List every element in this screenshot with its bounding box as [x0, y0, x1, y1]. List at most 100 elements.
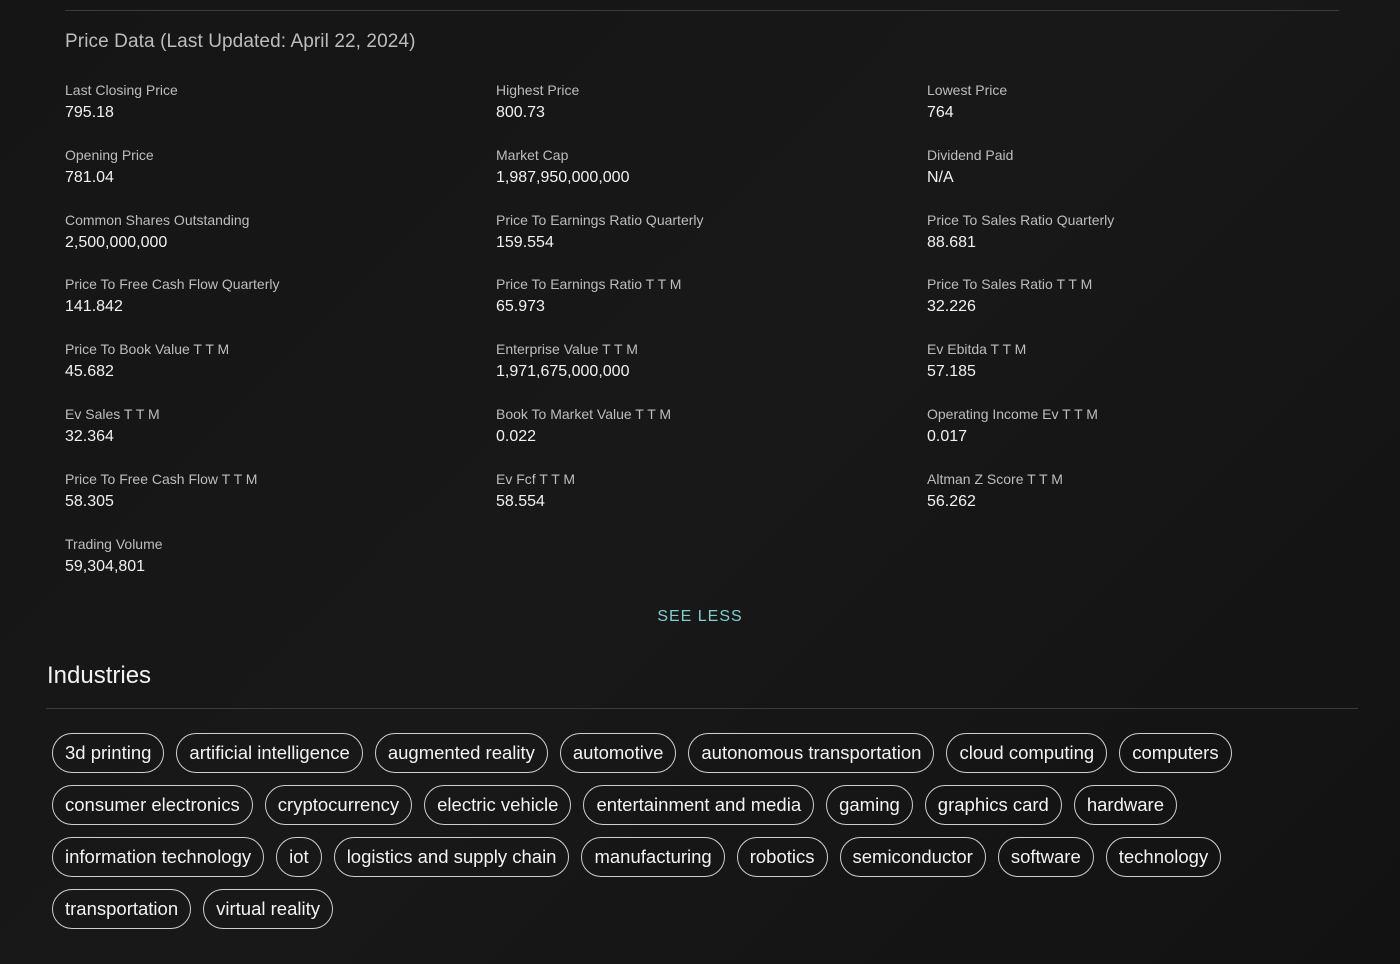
- industry-tag[interactable]: logistics and supply chain: [333, 837, 570, 877]
- metric-item: Common Shares Outstanding 2,500,000,000: [65, 210, 496, 275]
- metric-item: Price To Earnings Ratio Quarterly 159.554: [496, 210, 927, 275]
- industry-tag[interactable]: cloud computing: [946, 733, 1108, 773]
- industry-tag[interactable]: automotive: [559, 733, 677, 773]
- industry-tag[interactable]: cryptocurrency: [264, 785, 413, 825]
- metric-label: Highest Price: [496, 82, 580, 98]
- top-divider: [65, 10, 1339, 11]
- metric-label: Opening Price: [65, 146, 154, 163]
- metric-item: Price To Sales Ratio T T M 32.226: [927, 274, 1358, 339]
- metric-label: Ev Sales T T M: [65, 405, 160, 422]
- metric-label: Common Shares Outstanding: [65, 211, 250, 228]
- metric-value: 800.73: [496, 104, 545, 121]
- metric-label: Price To Sales Ratio Quarterly: [927, 211, 1115, 228]
- industry-tag[interactable]: graphics card: [924, 785, 1062, 825]
- metric-value: 795.18: [65, 104, 114, 121]
- industry-tag-row: information technology iot logistics and s…: [52, 837, 1352, 877]
- industries-divider: [46, 708, 1358, 709]
- industry-tag[interactable]: hardware: [1073, 785, 1177, 825]
- industries-title: Industries: [47, 662, 152, 689]
- metric-value: 1,987,950,000,000: [496, 168, 630, 186]
- metric-label: Operating Income Ev T T M: [927, 405, 1098, 422]
- industry-tag[interactable]: artificial intelligence: [176, 733, 363, 773]
- metric-item: Ev Fcf T T M 58.554: [496, 469, 927, 534]
- industry-tag[interactable]: software: [997, 837, 1094, 877]
- metric-item: Ev Sales T T M 32.364: [65, 404, 496, 469]
- metric-item: Price To Free Cash Flow Quarterly 141.842: [65, 274, 496, 339]
- metric-label: Book To Market Value T T M: [496, 405, 672, 422]
- industry-tag[interactable]: iot: [276, 837, 322, 877]
- industry-tags: 3d printing artificial intelligence augmen…: [52, 733, 1352, 941]
- industry-tag[interactable]: gaming: [826, 785, 913, 825]
- industry-tag[interactable]: electric vehicle: [424, 785, 572, 825]
- metric-item: Lowest Price 764: [927, 80, 1358, 145]
- industry-tag[interactable]: semiconductor: [839, 837, 986, 877]
- metric-item: Highest Price 800.73: [496, 80, 927, 145]
- metric-label: Price To Free Cash Flow Quarterly: [65, 276, 280, 293]
- metric-value: 59,304,801: [65, 557, 146, 575]
- industry-tag[interactable]: technology: [1105, 837, 1222, 877]
- metric-label: Market Cap: [496, 146, 569, 163]
- metric-label: Ev Ebitda T T M: [927, 341, 1027, 358]
- metric-value: 88.681: [927, 233, 976, 251]
- industry-tag[interactable]: augmented reality: [374, 733, 548, 773]
- price-data-title: Price Data (Last Updated: April 22, 2024…: [65, 31, 416, 52]
- industry-tag[interactable]: transportation: [52, 889, 192, 929]
- metric-label: Price To Free Cash Flow T T M: [65, 470, 258, 487]
- metric-value: 1,971,675,000,000: [496, 363, 630, 381]
- metric-label: Last Closing Price: [65, 82, 178, 98]
- metric-label: Lowest Price: [927, 82, 1008, 98]
- metric-item: Trading Volume 59,304,801: [65, 534, 496, 599]
- metric-item: Price To Earnings Ratio T T M 65.973: [496, 274, 927, 339]
- metric-item: Dividend Paid N/A: [927, 145, 1358, 210]
- metric-value: 764: [927, 104, 954, 121]
- metric-item: Price To Free Cash Flow T T M 58.305: [65, 469, 496, 534]
- metric-item: Altman Z Score T T M 56.262: [927, 469, 1358, 534]
- industry-tag-row: transportation virtual reality: [52, 889, 1352, 929]
- metric-value: 141.842: [65, 298, 123, 316]
- metric-item: Opening Price 781.04: [65, 145, 496, 210]
- metric-value: 0.017: [927, 427, 968, 445]
- metric-label: Price To Earnings Ratio Quarterly: [496, 211, 704, 228]
- metric-item: Last Closing Price 795.18: [65, 80, 496, 145]
- metric-value: 159.554: [496, 233, 554, 251]
- industry-tag-row: 3d printing artificial intelligence augmen…: [52, 733, 1352, 773]
- metric-label: Enterprise Value T T M: [496, 341, 638, 358]
- metric-item: Ev Ebitda T T M 57.185: [927, 339, 1358, 404]
- price-metrics-grid: Last Closing Price 795.18 Highest Price 800…: [65, 80, 1365, 598]
- metric-item: Book To Market Value T T M 0.022: [496, 404, 927, 469]
- industry-tag[interactable]: 3d printing: [52, 733, 165, 773]
- industry-tag[interactable]: information technology: [52, 837, 265, 877]
- metric-value: 2,500,000,000: [65, 233, 168, 251]
- metric-value: 32.364: [65, 427, 114, 445]
- industry-tag[interactable]: robotics: [736, 837, 828, 877]
- metric-item: Operating Income Ev T T M 0.017: [927, 404, 1358, 469]
- industry-tag[interactable]: consumer electronics: [52, 785, 253, 825]
- industry-tag[interactable]: manufacturing: [581, 837, 725, 877]
- industry-tag[interactable]: computers: [1119, 733, 1232, 773]
- see-less-button[interactable]: SEE LESS: [0, 608, 1400, 626]
- metric-value: 58.554: [496, 492, 545, 510]
- metric-value: 56.262: [927, 492, 976, 510]
- industry-tag-row: consumer electronics cryptocurrency electr…: [52, 785, 1352, 825]
- metric-item: Price To Sales Ratio Quarterly 88.681: [927, 210, 1358, 275]
- metric-label: Ev Fcf T T M: [496, 470, 576, 487]
- industry-tag[interactable]: virtual reality: [203, 889, 333, 929]
- metric-item: Price To Book Value T T M 45.682: [65, 339, 496, 404]
- metric-item: Market Cap 1,987,950,000,000: [496, 145, 927, 210]
- metric-value: N/A: [927, 168, 954, 186]
- industry-tag[interactable]: autonomous transportation: [688, 733, 935, 773]
- metric-value: 45.682: [65, 363, 114, 381]
- metric-value: 65.973: [496, 298, 545, 316]
- metric-value: 781.04: [65, 168, 114, 186]
- metric-value: 32.226: [927, 298, 976, 316]
- metric-value: 57.185: [927, 363, 976, 381]
- metric-label: Price To Earnings Ratio T T M: [496, 276, 682, 293]
- metric-label: Dividend Paid: [927, 146, 1014, 163]
- metric-label: Price To Sales Ratio T T M: [927, 276, 1093, 293]
- metric-value: 58.305: [65, 492, 114, 510]
- metric-item: Enterprise Value T T M 1,971,675,000,000: [496, 339, 927, 404]
- industry-tag[interactable]: entertainment and media: [583, 785, 815, 825]
- metric-value: 0.022: [496, 427, 537, 445]
- metric-label: Trading Volume: [65, 535, 163, 552]
- metric-label: Price To Book Value T T M: [65, 341, 230, 358]
